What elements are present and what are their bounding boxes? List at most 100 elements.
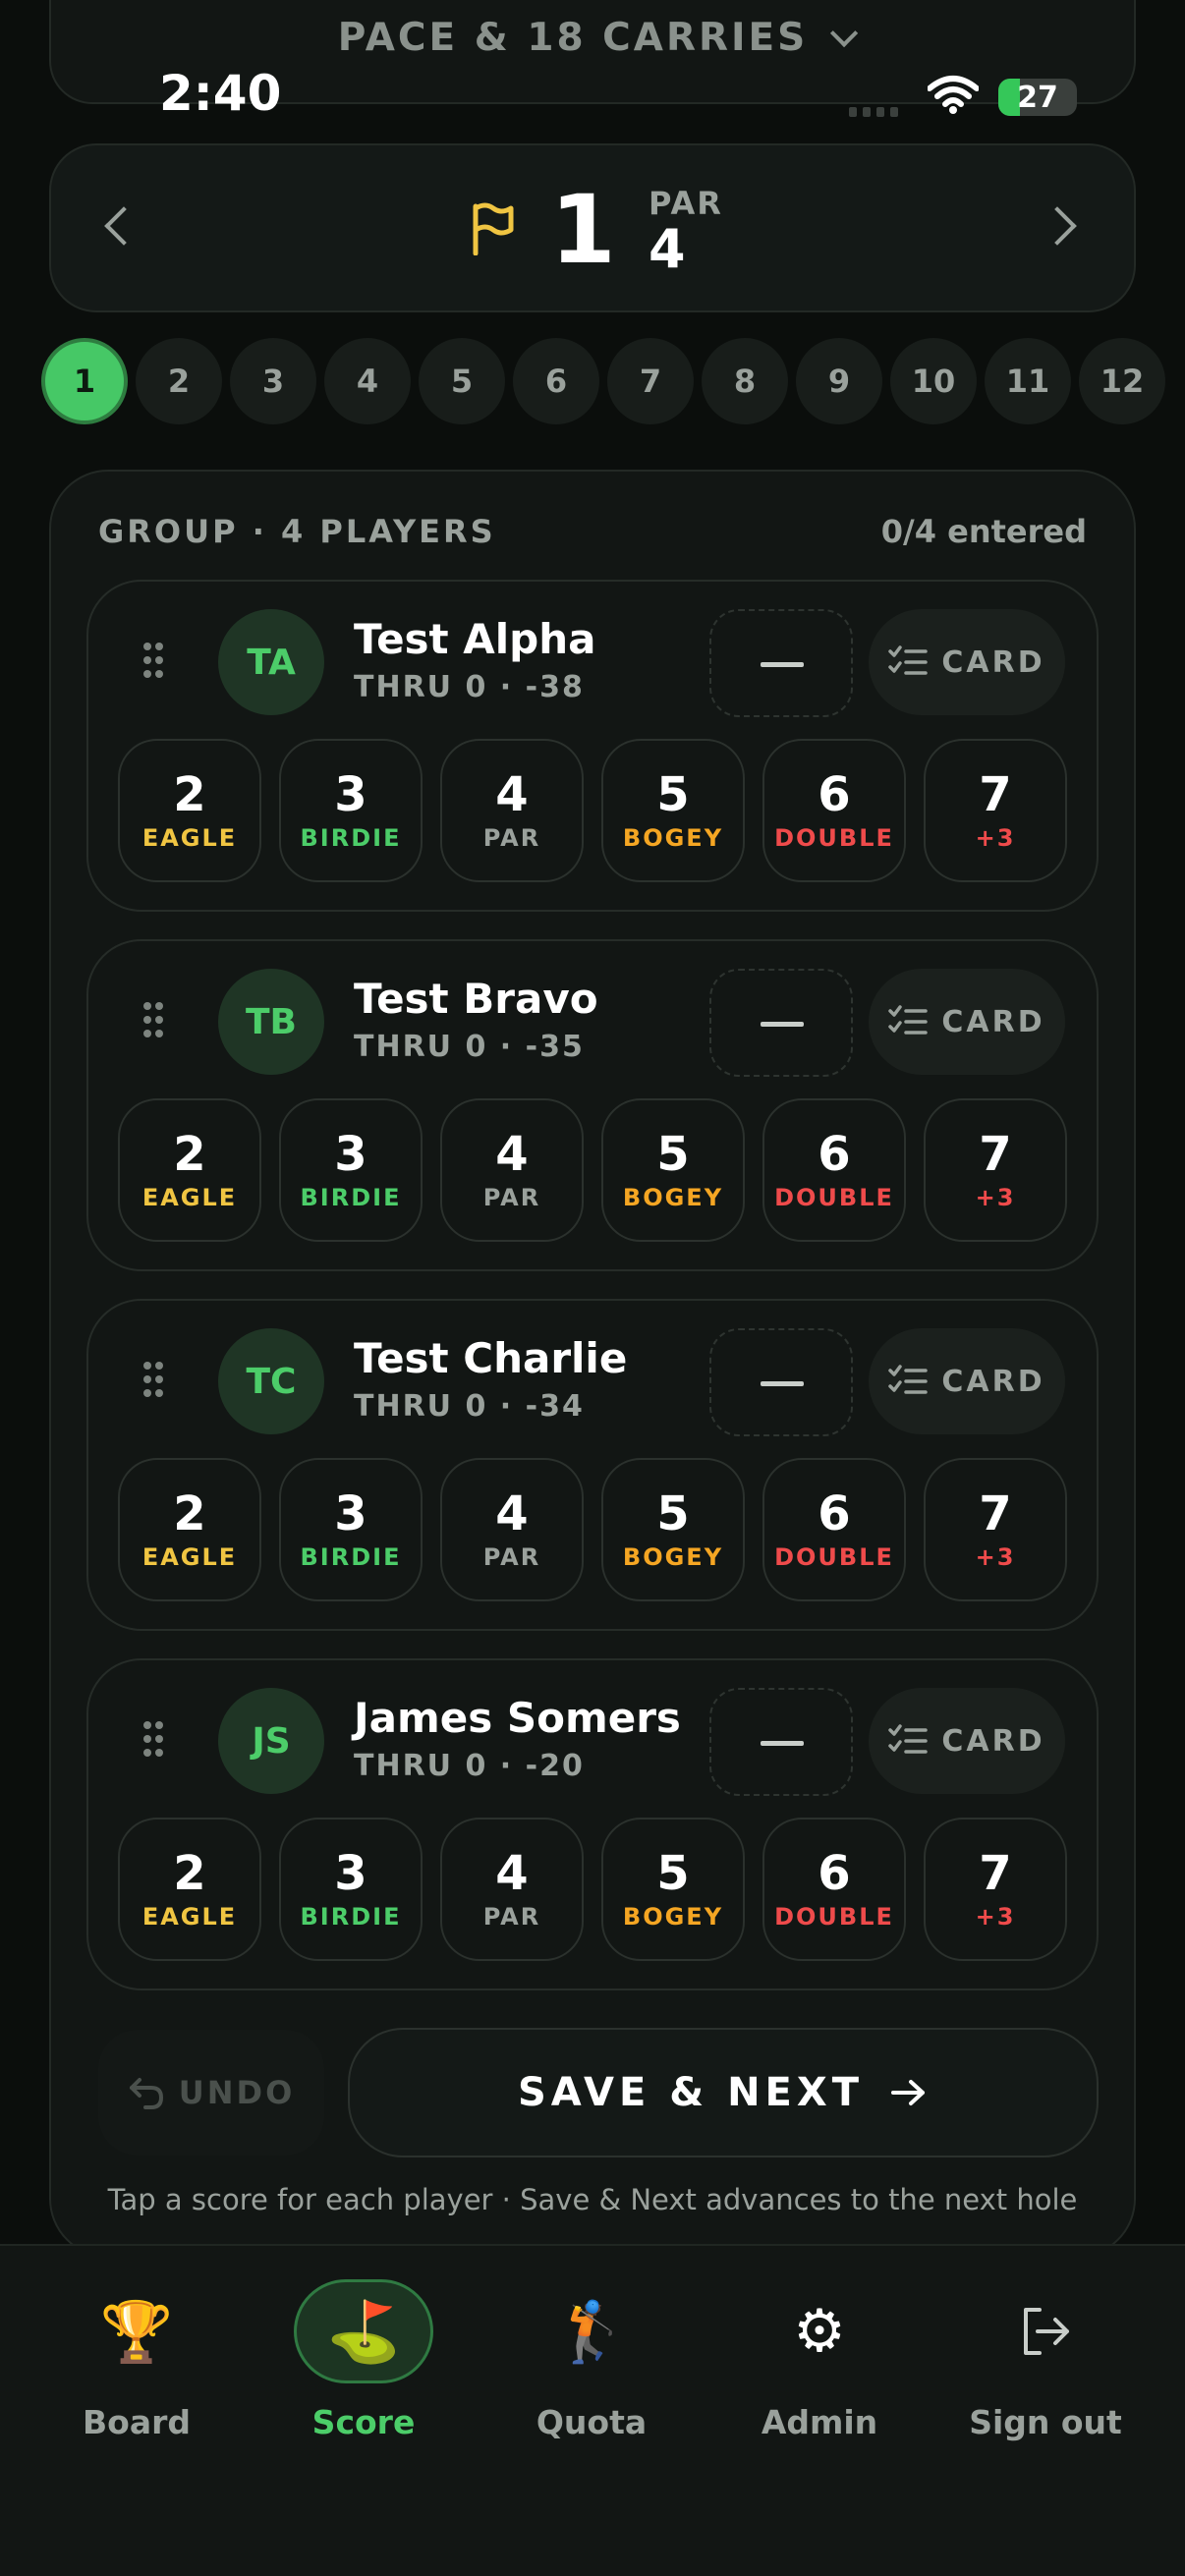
score-option-7[interactable]: 7 +3 xyxy=(924,739,1067,882)
hole-number: 1 xyxy=(550,175,616,285)
score-option-2[interactable]: 2 EAGLE xyxy=(118,1818,261,1961)
score-option-3[interactable]: 3 BIRDIE xyxy=(279,739,423,882)
hole-chip-9[interactable]: 9 xyxy=(796,338,882,424)
score-value: 4 xyxy=(495,767,529,822)
score-option-2[interactable]: 2 EAGLE xyxy=(118,739,261,882)
score-value: 2 xyxy=(173,767,206,822)
score-term: DOUBLE xyxy=(774,1543,894,1571)
drag-handle-icon[interactable] xyxy=(143,1362,167,1401)
score-entry-field[interactable] xyxy=(709,969,853,1077)
wifi-icon xyxy=(928,76,979,114)
tab-board[interactable]: 🏆 Board xyxy=(38,2279,235,2466)
score-value: 6 xyxy=(818,1846,851,1901)
score-value: 7 xyxy=(979,1486,1012,1541)
score-value: 6 xyxy=(818,767,851,822)
score-option-3[interactable]: 3 BIRDIE xyxy=(279,1818,423,1961)
score-term: PAR xyxy=(482,824,541,852)
avatar: TA xyxy=(218,609,324,715)
arrow-right-icon xyxy=(891,2080,925,2105)
score-option-7[interactable]: 7 +3 xyxy=(924,1818,1067,1961)
hole-chip-5[interactable]: 5 xyxy=(419,338,505,424)
score-value: 6 xyxy=(818,1486,851,1541)
hole-chip-6[interactable]: 6 xyxy=(513,338,599,424)
hole-chip-12[interactable]: 12 xyxy=(1079,338,1165,424)
hole-chip-8[interactable]: 8 xyxy=(702,338,788,424)
score-option-5[interactable]: 5 BOGEY xyxy=(601,1098,745,1242)
score-option-6[interactable]: 6 DOUBLE xyxy=(762,1818,906,1961)
previous-hole-button[interactable] xyxy=(92,196,151,255)
score-value: 2 xyxy=(173,1486,206,1541)
hole-chip-7[interactable]: 7 xyxy=(607,338,694,424)
next-hole-button[interactable] xyxy=(1034,196,1093,255)
score-term: BIRDIE xyxy=(300,1543,402,1571)
score-term: EAGLE xyxy=(141,824,238,852)
player-status: THRU 0 · -20 xyxy=(354,1749,585,1783)
tab-score[interactable]: ⛳ Score xyxy=(265,2279,462,2466)
score-value: 4 xyxy=(495,1486,529,1541)
score-option-7[interactable]: 7 +3 xyxy=(924,1458,1067,1601)
drag-handle-icon[interactable] xyxy=(143,643,167,682)
score-option-5[interactable]: 5 BOGEY xyxy=(601,1818,745,1961)
score-value: 5 xyxy=(656,1127,690,1182)
score-option-6[interactable]: 6 DOUBLE xyxy=(762,1098,906,1242)
avatar: TC xyxy=(218,1328,324,1434)
score-option-7[interactable]: 7 +3 xyxy=(924,1098,1067,1242)
save-and-next-button[interactable]: SAVE & NEXT xyxy=(348,2028,1099,2157)
hole-chip-1[interactable]: 1 xyxy=(41,338,128,424)
score-option-4[interactable]: 4 PAR xyxy=(440,1098,584,1242)
tab-admin[interactable]: ⚙ Admin xyxy=(721,2279,918,2466)
tab-sign-out[interactable]: Sign out xyxy=(947,2279,1144,2466)
card-button[interactable]: CARD xyxy=(869,609,1065,715)
score-option-5[interactable]: 5 BOGEY xyxy=(601,739,745,882)
score-term: BOGEY xyxy=(622,824,724,852)
score-entry-field[interactable] xyxy=(709,1688,853,1796)
sign-out-icon xyxy=(976,2279,1115,2383)
score-term: +3 xyxy=(975,1184,1016,1211)
score-option-6[interactable]: 6 DOUBLE xyxy=(762,739,906,882)
score-term: PAR xyxy=(482,1903,541,1931)
score-entry-field[interactable] xyxy=(709,609,853,717)
score-option-2[interactable]: 2 EAGLE xyxy=(118,1458,261,1601)
hole-chip-4[interactable]: 4 xyxy=(324,338,411,424)
golf-flag-icon: ⛳ xyxy=(294,2279,433,2383)
tab-quota[interactable]: 🏌 Quota xyxy=(493,2279,690,2466)
player-name: Test Alpha xyxy=(354,615,596,663)
score-option-4[interactable]: 4 PAR xyxy=(440,1818,584,1961)
drag-handle-icon[interactable] xyxy=(143,1002,167,1041)
player-status: THRU 0 · -38 xyxy=(354,670,585,704)
hole-chip-2[interactable]: 2 xyxy=(136,338,222,424)
score-term: +3 xyxy=(975,1543,1016,1571)
score-option-4[interactable]: 4 PAR xyxy=(440,1458,584,1601)
score-option-3[interactable]: 3 BIRDIE xyxy=(279,1098,423,1242)
score-value: 2 xyxy=(173,1846,206,1901)
score-entry-field[interactable] xyxy=(709,1328,853,1436)
score-option-5[interactable]: 5 BOGEY xyxy=(601,1458,745,1601)
score-value: 3 xyxy=(334,1486,367,1541)
hole-chip-3[interactable]: 3 xyxy=(230,338,316,424)
score-value: 7 xyxy=(979,1127,1012,1182)
score-option-6[interactable]: 6 DOUBLE xyxy=(762,1458,906,1601)
checklist-icon xyxy=(888,1365,929,1394)
avatar: JS xyxy=(218,1688,324,1794)
score-option-4[interactable]: 4 PAR xyxy=(440,739,584,882)
score-value: 7 xyxy=(979,1846,1012,1901)
trophy-icon: 🏆 xyxy=(99,2297,174,2367)
gear-icon: ⚙ xyxy=(793,2297,846,2366)
tab-label: Board xyxy=(83,2403,191,2441)
card-button[interactable]: CARD xyxy=(869,1688,1065,1794)
player-name: James Somers xyxy=(354,1694,681,1742)
undo-button[interactable]: UNDO xyxy=(98,2030,324,2156)
score-value: 3 xyxy=(334,1127,367,1182)
card-button[interactable]: CARD xyxy=(869,969,1065,1075)
hole-chip-11[interactable]: 11 xyxy=(985,338,1071,424)
entered-count: 0/4 entered xyxy=(880,513,1087,550)
player-name: Test Charlie xyxy=(354,1334,628,1382)
section-title[interactable]: PACE & 18 CARRIES xyxy=(0,16,1185,60)
score-option-3[interactable]: 3 BIRDIE xyxy=(279,1458,423,1601)
hole-chip-10[interactable]: 10 xyxy=(890,338,977,424)
score-option-2[interactable]: 2 EAGLE xyxy=(118,1098,261,1242)
card-button[interactable]: CARD xyxy=(869,1328,1065,1434)
tab-label: Quota xyxy=(536,2403,648,2441)
score-value: 6 xyxy=(818,1127,851,1182)
drag-handle-icon[interactable] xyxy=(143,1721,167,1761)
